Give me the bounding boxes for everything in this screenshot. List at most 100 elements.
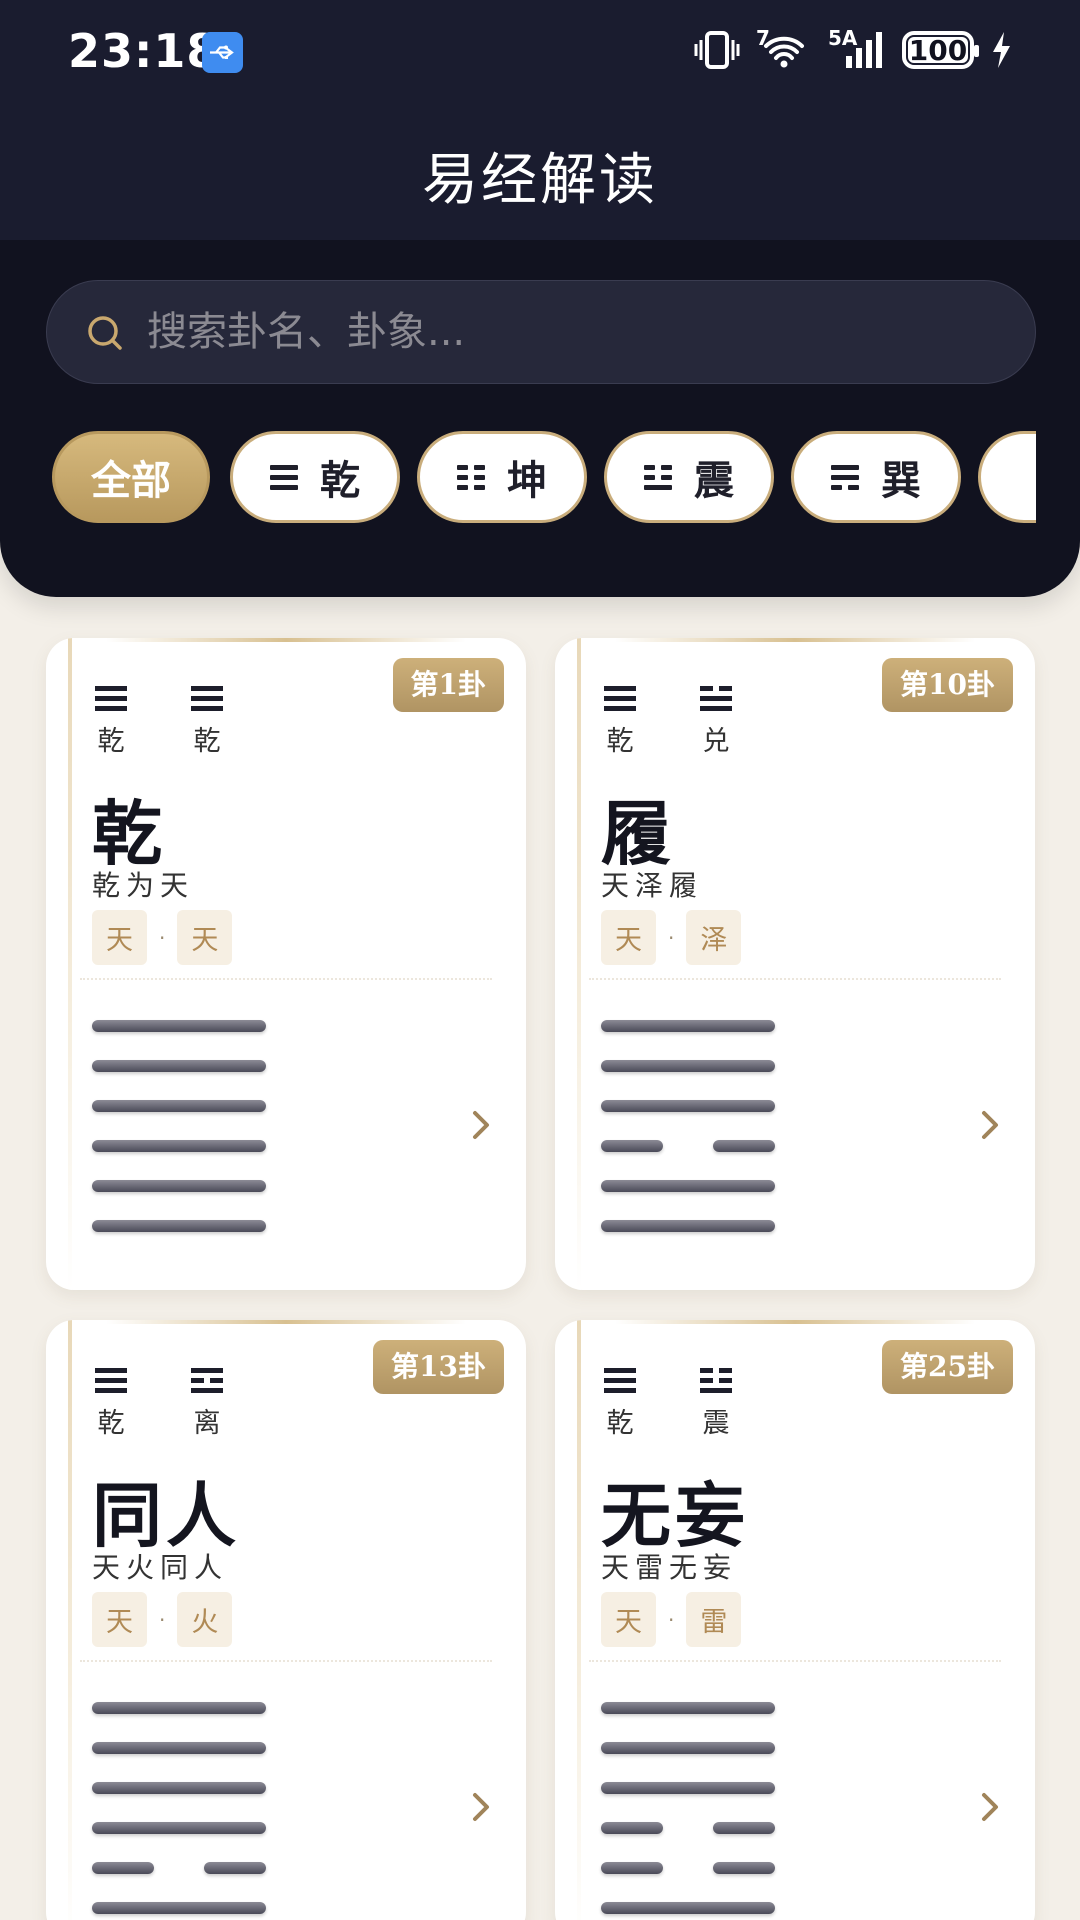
- battery-icon: 100: [902, 31, 979, 69]
- trigram-icon: [457, 464, 485, 490]
- yin-line: [601, 1822, 775, 1834]
- yang-line: [601, 1902, 775, 1914]
- tag-separator: ·: [668, 1607, 675, 1632]
- yang-line: [601, 1742, 775, 1754]
- filter-chip-5[interactable]: [978, 431, 1036, 523]
- signal-label: 5A: [828, 26, 858, 50]
- card-divider: [80, 1660, 492, 1662]
- battery-level: 100: [908, 34, 968, 67]
- search-input[interactable]: [147, 281, 1007, 383]
- card-divider: [589, 978, 1001, 980]
- tag-separator: ·: [159, 1607, 166, 1632]
- lower-trigram: 乾: [190, 686, 224, 758]
- filter-chip-label: 乾: [320, 458, 360, 504]
- card-divider: [80, 978, 492, 980]
- tag-separator: ·: [668, 925, 675, 950]
- yang-line: [92, 1822, 266, 1834]
- trigram-pair: 乾 兑: [603, 686, 733, 758]
- yang-line: [92, 1020, 266, 1032]
- yin-line: [601, 1140, 775, 1152]
- yang-line: [92, 1140, 266, 1152]
- trigram-filter-bar: 全部 乾 坤 震 巽: [52, 431, 1036, 523]
- charging-icon: [993, 32, 1010, 68]
- lower-trigram-name: 离: [193, 1408, 221, 1439]
- hexagram-full-name: 天泽履: [601, 869, 704, 902]
- filter-chip-2[interactable]: 坤: [417, 431, 587, 523]
- upper-trigram-name: 乾: [606, 726, 634, 757]
- lower-trigram-name: 兑: [702, 726, 730, 757]
- trigram-icon: [831, 464, 859, 490]
- filter-chip-label: 震: [694, 458, 734, 504]
- filter-chip-1[interactable]: 乾: [230, 431, 400, 523]
- hexagram-number-badge: 第10卦: [882, 658, 1013, 712]
- yang-line: [601, 1020, 775, 1032]
- wifi-icon: 7: [756, 26, 812, 70]
- filter-chip-label: 坤: [507, 458, 547, 504]
- element-tag: 天: [92, 1592, 147, 1647]
- upper-trigram: 乾: [94, 1368, 128, 1440]
- hexagram-lines: [601, 1702, 775, 1914]
- trigram-pair: 乾 乾: [94, 686, 224, 758]
- yang-line: [92, 1220, 266, 1232]
- upper-trigram-name: 乾: [97, 1408, 125, 1439]
- yin-line: [92, 1862, 266, 1874]
- hexagram-lines: [92, 1020, 266, 1232]
- cell-signal-icon: 5A: [828, 26, 886, 70]
- hexagram-card[interactable]: 第10卦 乾 兑 履 天泽履 天 · 泽: [555, 638, 1035, 1290]
- trigram-pair: 乾 离: [94, 1368, 224, 1440]
- hexagram-lines: [92, 1702, 266, 1914]
- element-tag: 天: [601, 910, 656, 965]
- hexagram-number-badge: 第25卦: [882, 1340, 1013, 1394]
- search-bar[interactable]: [46, 280, 1036, 384]
- usb-icon: [202, 32, 243, 73]
- chevron-right-icon[interactable]: [979, 1790, 1001, 1824]
- yang-line: [92, 1702, 266, 1714]
- yang-line: [601, 1220, 775, 1232]
- element-tag: 天: [601, 1592, 656, 1647]
- chevron-right-icon[interactable]: [470, 1790, 492, 1824]
- yang-line: [601, 1060, 775, 1072]
- yang-line: [601, 1100, 775, 1112]
- upper-trigram-name: 乾: [97, 726, 125, 757]
- hexagram-card[interactable]: 第13卦 乾 离 同人 天火同人 天 · 火: [46, 1320, 526, 1920]
- hexagram-card[interactable]: 第25卦 乾 震 无妄 天雷无妄 天 · 雷: [555, 1320, 1035, 1920]
- yang-line: [92, 1060, 266, 1072]
- upper-trigram: 乾: [603, 1368, 637, 1440]
- element-tags: 天 · 雷: [601, 1592, 742, 1647]
- filter-chip-0[interactable]: 全部: [52, 431, 210, 523]
- element-tag: 天: [92, 910, 147, 965]
- element-tags: 天 · 天: [92, 910, 233, 965]
- upper-trigram: 乾: [603, 686, 637, 758]
- status-icons: 7 5A 100: [694, 26, 1012, 70]
- element-tag: 雷: [686, 1592, 742, 1647]
- yang-line: [601, 1180, 775, 1192]
- element-tags: 天 · 火: [92, 1592, 233, 1647]
- hexagram-number-badge: 第13卦: [373, 1340, 504, 1394]
- filter-chip-label: 巽: [881, 458, 921, 504]
- trigram-icon: [644, 464, 672, 490]
- element-tags: 天 · 泽: [601, 910, 742, 965]
- yang-line: [92, 1742, 266, 1754]
- status-bar: 23:18 7 5A 100: [0, 0, 1080, 105]
- filter-chip-label: 全部: [91, 458, 171, 504]
- hexagram-number-badge: 第1卦: [392, 658, 504, 712]
- upper-trigram: 乾: [94, 686, 128, 758]
- chevron-right-icon[interactable]: [470, 1108, 492, 1142]
- chevron-right-icon[interactable]: [979, 1108, 1001, 1142]
- page-title: 易经解读: [422, 148, 658, 213]
- lower-trigram-name: 震: [702, 1408, 730, 1439]
- hexagram-full-name: 天雷无妄: [601, 1551, 738, 1584]
- yang-line: [92, 1902, 266, 1914]
- lower-trigram: 兑: [699, 686, 733, 758]
- lower-trigram: 离: [190, 1368, 224, 1440]
- element-tag: 火: [177, 1592, 233, 1647]
- search-icon: [88, 316, 122, 350]
- yang-line: [92, 1180, 266, 1192]
- hexagram-lines: [601, 1020, 775, 1232]
- element-tag: 泽: [686, 910, 742, 965]
- lower-trigram: 震: [699, 1368, 733, 1440]
- hexagram-card[interactable]: 第1卦 乾 乾 乾 乾为天 天 · 天: [46, 638, 526, 1290]
- filter-chip-3[interactable]: 震: [604, 431, 774, 523]
- hexagram-full-name: 乾为天: [92, 869, 195, 902]
- filter-chip-4[interactable]: 巽: [791, 431, 961, 523]
